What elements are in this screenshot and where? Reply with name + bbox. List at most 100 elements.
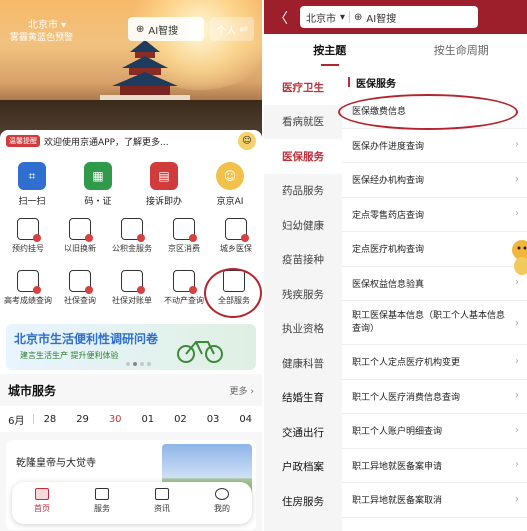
service-code-cert[interactable]: ▦ 码・证: [72, 162, 124, 207]
service-social-statement[interactable]: 社保对账单: [108, 270, 156, 306]
service-label: 高考成绩查询: [4, 296, 52, 305]
bottom-tab-bar: 首页 服务 资讯 我的: [12, 482, 252, 524]
date-day[interactable]: 01: [132, 414, 165, 425]
city-selector[interactable]: 北京市: [306, 10, 336, 25]
service-label: 社保查询: [64, 296, 96, 305]
category-item[interactable]: 健康科普: [264, 346, 342, 381]
service-label: 社保对账单: [112, 296, 152, 305]
list-item[interactable]: 职工个人账户明细查询 ›: [342, 414, 527, 449]
service-complaint[interactable]: ▤ 接诉即办: [138, 162, 190, 207]
chevron-down-icon: ▾: [340, 11, 346, 23]
chevron-right-icon: ›: [515, 355, 519, 367]
date-day[interactable]: 02: [164, 414, 197, 425]
date-day[interactable]: 04: [229, 414, 262, 425]
list-item[interactable]: 医保权益信息验真 ›: [342, 267, 527, 301]
tab-label: 资讯: [154, 504, 170, 513]
service-appointment[interactable]: 预约挂号: [4, 218, 52, 254]
item-label: 医保经办机构查询: [352, 176, 425, 187]
tab-by-lifecycle[interactable]: 按生命周期: [396, 42, 527, 58]
mascot-icon: ☺: [216, 162, 244, 190]
service-label: 不动产查询: [164, 296, 204, 305]
news-icon: [155, 488, 169, 500]
category-item[interactable]: 户政档案: [264, 450, 342, 485]
tab-services[interactable]: 服务: [72, 482, 132, 524]
service-label: 京京AI: [216, 197, 244, 207]
service-label: 以旧换新: [64, 244, 96, 253]
category-item[interactable]: 结婚生育: [264, 381, 342, 416]
category-item[interactable]: 住房服务: [264, 484, 342, 519]
mascot-icon: ☺: [238, 132, 256, 150]
tab-home[interactable]: 首页: [12, 482, 72, 524]
all-services-screen: 〈 北京市 ▾ ⊕ AI智搜 按主题 按生命周期 医疗卫生 看病就医 医保服务 药…: [264, 0, 527, 531]
category-item[interactable]: 交通出行: [264, 415, 342, 450]
list-item[interactable]: 定点零售药店查询 ›: [342, 198, 527, 232]
date-month[interactable]: 6月: [0, 412, 33, 427]
category-item[interactable]: 药品服务: [264, 174, 342, 209]
tab-by-topic[interactable]: 按主题: [264, 42, 396, 66]
more-link[interactable]: 更多 ›: [230, 384, 254, 397]
item-label: 职工个人医疗消费信息查询: [352, 392, 461, 403]
exchange-icon: [69, 218, 93, 242]
item-label: 医保办件进度查询: [352, 141, 425, 152]
tab-label: 服务: [94, 504, 110, 513]
item-label: 职工异地就医备案申请: [352, 461, 443, 472]
tab-news[interactable]: 资讯: [132, 482, 192, 524]
notice-text: 欢迎使用京通APP，了解更多...: [44, 137, 169, 148]
personal-label: 个人: [216, 25, 237, 37]
list-item[interactable]: 职工异地就医备案申请 ›: [342, 449, 527, 483]
survey-banner[interactable]: 北京市生活便利性调研问卷 建言生活生产 提升便利体验: [6, 324, 256, 370]
service-medical-insurance[interactable]: 城乡医保: [212, 218, 260, 254]
ai-search-button[interactable]: ⊕ AI智搜: [128, 17, 204, 41]
category-item-selected[interactable]: 医保服务: [264, 139, 342, 174]
city-selector[interactable]: 北京市 ▾: [28, 16, 66, 31]
chevron-right-icon: ›: [515, 139, 519, 151]
service-property[interactable]: 不动产查询: [160, 270, 208, 306]
service-scan[interactable]: ⌗ 扫一扫: [6, 162, 58, 207]
more-label: 更多: [229, 387, 248, 397]
house-fund-icon: [121, 218, 145, 242]
category-item[interactable]: 疫苗接种: [264, 243, 342, 278]
service-label: 城乡医保: [220, 244, 252, 253]
back-icon[interactable]: 〈: [274, 8, 288, 28]
banner-title: 北京市生活便利性调研问卷: [14, 332, 159, 346]
date-day[interactable]: 03: [197, 414, 230, 425]
category-item[interactable]: 执业资格: [264, 312, 342, 347]
scan-icon: ⌗: [18, 162, 46, 190]
item-label: 职工异地就医备案取消: [352, 496, 443, 507]
personal-toggle-button[interactable]: 个人 ⇌: [210, 17, 254, 41]
message-icon: ▤: [150, 162, 178, 190]
tab-mine[interactable]: 我的: [192, 482, 252, 524]
date-day-today[interactable]: 30: [99, 414, 132, 425]
service-trade-in[interactable]: 以旧换新: [56, 218, 104, 254]
carousel-dots: [126, 362, 151, 366]
service-housing-fund[interactable]: 公积金服务: [108, 218, 156, 254]
category-item[interactable]: 医疗卫生: [264, 70, 342, 105]
service-consumption[interactable]: 京区消费: [160, 218, 208, 254]
category-item[interactable]: 残疾服务: [264, 277, 342, 312]
service-social-query[interactable]: 社保查询: [56, 270, 104, 306]
medical-icon: [225, 218, 249, 242]
list-item[interactable]: 职工个人定点医疗机构变更 ›: [342, 345, 527, 380]
category-item[interactable]: 看病就医: [264, 105, 342, 140]
service-exam-score[interactable]: 高考成绩查询: [4, 270, 52, 306]
list-item[interactable]: 定点医疗机构查询›: [342, 232, 527, 267]
list-item[interactable]: 医保办件进度查询 ›: [342, 129, 527, 163]
chevron-right-icon: ›: [515, 493, 519, 505]
notice-bar[interactable]: 温馨提醒 欢迎使用京通APP，了解更多... ☺: [0, 130, 262, 152]
list-item[interactable]: 职工个人医疗消费信息查询 ›: [342, 380, 527, 414]
service-label: 公积金服务: [112, 244, 152, 253]
item-label: 医保权益信息验真: [352, 279, 425, 290]
list-item[interactable]: 医保经办机构查询 ›: [342, 163, 527, 198]
service-jingjing-ai[interactable]: ☺ 京京AI: [204, 162, 256, 207]
category-item[interactable]: 妇幼健康: [264, 208, 342, 243]
list-item[interactable]: 职工医保基本信息（职工个人基本信息查询） ›: [342, 301, 527, 345]
date-day[interactable]: 29: [66, 414, 99, 425]
search-bar[interactable]: 北京市 ▾ ⊕ AI智搜: [300, 6, 478, 28]
bike-icon: [177, 341, 223, 363]
weather-warning[interactable]: 雾霾黄蓝色预警: [10, 30, 73, 43]
date-day[interactable]: 28: [34, 414, 67, 425]
list-item[interactable]: 职工异地就医备案取消 ›: [342, 483, 527, 518]
highlight-circle: [204, 268, 262, 318]
service-label: 码・证: [84, 197, 112, 207]
chevron-right-icon: ›: [515, 424, 519, 436]
